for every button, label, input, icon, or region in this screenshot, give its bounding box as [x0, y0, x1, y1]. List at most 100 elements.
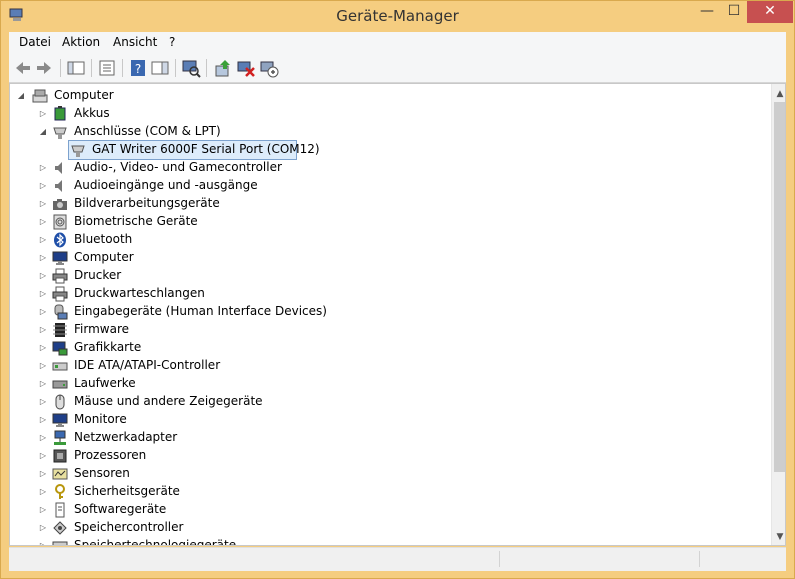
tree-item-label: Druckwarteschlangen	[74, 286, 205, 300]
expand-arrow-icon[interactable]: ▷	[38, 181, 48, 191]
tree-item-label: Sensoren	[74, 466, 130, 480]
vertical-scrollbar[interactable]: ▲ ▼	[771, 84, 785, 545]
key-icon	[55, 484, 65, 499]
monitor-icon	[52, 251, 68, 265]
back-icon[interactable]	[13, 58, 33, 78]
bluetooth-icon	[54, 232, 66, 248]
tree-item[interactable]: ▷ Druckwarteschlangen	[38, 285, 338, 303]
expand-arrow-icon[interactable]: ▷	[38, 379, 48, 389]
tree-item[interactable]: ◢ Anschlüsse (COM & LPT)	[38, 123, 338, 141]
printer-icon	[52, 286, 68, 302]
scan-hardware-icon[interactable]	[181, 58, 201, 78]
scrollbar-thumb[interactable]	[774, 102, 785, 472]
scroll-down-arrow-icon[interactable]: ▼	[772, 529, 785, 545]
tree-item[interactable]: ▷ Firmware	[38, 321, 338, 339]
help-icon[interactable]: ?	[128, 58, 148, 78]
processor-icon	[53, 449, 67, 463]
expand-arrow-icon[interactable]: ▷	[38, 253, 48, 263]
storage-controller-icon	[53, 521, 67, 535]
enable-device-icon[interactable]	[259, 58, 279, 78]
tree-item[interactable]: ▷ Laufwerke	[38, 375, 338, 393]
expand-arrow-icon[interactable]: ▷	[38, 307, 48, 317]
camera-icon	[53, 199, 67, 210]
tree-item[interactable]: ▷ Akkus	[38, 105, 338, 123]
tree-item[interactable]: ▷ Speichertechnologiegeräte	[38, 537, 338, 546]
show-hide-console-tree-icon[interactable]	[66, 58, 86, 78]
speaker-icon	[55, 180, 62, 192]
tree-item[interactable]: ▷ Bildverarbeitungsgeräte	[38, 195, 338, 213]
expand-arrow-icon[interactable]: ▷	[38, 109, 48, 119]
expand-arrow-icon[interactable]: ▷	[38, 505, 48, 515]
tree-item[interactable]: ▷ Eingabegeräte (Human Interface Devices…	[38, 303, 358, 321]
menu-bar: Datei Aktion Ansicht ?	[9, 32, 786, 55]
tree-item[interactable]: ▷ Netzwerkadapter	[38, 429, 338, 447]
tree-item[interactable]: ▷ Mäuse und andere Zeigegeräte	[38, 393, 338, 411]
properties-icon[interactable]	[97, 58, 117, 78]
uninstall-device-icon[interactable]	[236, 58, 256, 78]
tree-item[interactable]: ▷ Audioeingänge und -ausgänge	[38, 177, 338, 195]
tree-item[interactable]: ▷ Drucker	[38, 267, 338, 285]
device-tree-pane[interactable]: ◢ Computer ▷ Akkus ◢ Anschlüsse (COM & L…	[9, 83, 786, 546]
expand-arrow-icon[interactable]: ▷	[38, 541, 48, 545]
tree-item-label: Speichertechnologiegeräte	[74, 538, 237, 546]
tree-item[interactable]: ▷ Biometrische Geräte	[38, 213, 338, 231]
network-icon	[54, 430, 66, 445]
expand-arrow-icon[interactable]: ▷	[38, 523, 48, 533]
expand-arrow-icon[interactable]: ▷	[38, 163, 48, 173]
maximize-button[interactable]: ☐	[721, 1, 747, 23]
tree-item[interactable]: ▷ Sicherheitsgeräte	[38, 483, 338, 501]
expand-arrow-icon[interactable]: ▷	[38, 271, 48, 281]
collapse-arrow-icon[interactable]: ◢	[38, 127, 48, 137]
expand-arrow-icon[interactable]: ▷	[38, 451, 48, 461]
tree-root-computer[interactable]: ◢ Computer	[16, 87, 316, 105]
expand-arrow-icon[interactable]: ▷	[38, 469, 48, 479]
tree-item-selected[interactable]: GAT Writer 6000F Serial Port (COM12)	[70, 141, 320, 159]
tree-item-label: Computer	[74, 250, 134, 264]
show-action-pane-icon[interactable]	[150, 58, 170, 78]
tree-item[interactable]: ▷ Audio-, Video- und Gamecontroller	[38, 159, 338, 177]
scroll-up-arrow-icon[interactable]: ▲	[772, 86, 785, 102]
expand-arrow-icon[interactable]: ▷	[38, 397, 48, 407]
expand-arrow-icon[interactable]: ▷	[38, 487, 48, 497]
tree-item[interactable]: ▷ Monitore	[38, 411, 338, 429]
tree-item[interactable]: ▷ Computer	[38, 249, 338, 267]
display-adapter-icon	[52, 341, 68, 356]
tree-item-label: Speichercontroller	[74, 520, 184, 534]
expand-arrow-icon[interactable]: ▷	[38, 325, 48, 335]
menu-aktion[interactable]: Aktion	[62, 35, 100, 49]
menu-ansicht[interactable]: Ansicht	[113, 35, 157, 49]
tree-item-label: Audio-, Video- und Gamecontroller	[74, 160, 282, 174]
tree-item[interactable]: ▷ Bluetooth	[38, 231, 338, 249]
tree-item-label: Akkus	[74, 106, 110, 120]
update-driver-icon[interactable]	[213, 58, 233, 78]
memory-tech-icon	[52, 541, 68, 545]
tree-item[interactable]: ▷ Speichercontroller	[38, 519, 338, 537]
status-bar	[9, 547, 786, 571]
close-button[interactable]: ✕	[747, 1, 793, 23]
expand-arrow-icon[interactable]: ▷	[38, 415, 48, 425]
disk-drive-icon	[52, 380, 68, 389]
title-bar[interactable]: Geräte-Manager — ☐ ✕	[1, 1, 794, 31]
tree-item[interactable]: ▷ Grafikkarte	[38, 339, 338, 357]
battery-icon	[54, 106, 66, 121]
tree-item-label: Monitore	[74, 412, 127, 426]
tree-item-label: Grafikkarte	[74, 340, 142, 354]
expand-arrow-icon[interactable]: ▷	[38, 343, 48, 353]
expand-arrow-icon[interactable]: ▷	[38, 289, 48, 299]
expand-arrow-icon[interactable]: ▷	[38, 217, 48, 227]
tree-item-label: GAT Writer 6000F Serial Port (COM12)	[92, 142, 320, 156]
menu-help[interactable]: ?	[169, 35, 175, 49]
collapse-arrow-icon[interactable]: ◢	[16, 91, 26, 101]
tree-item[interactable]: ▷ Prozessoren	[38, 447, 338, 465]
tree-item-label: Eingabegeräte (Human Interface Devices)	[74, 304, 327, 318]
expand-arrow-icon[interactable]: ▷	[38, 235, 48, 245]
tree-item[interactable]: ▷ IDE ATA/ATAPI-Controller	[38, 357, 338, 375]
tree-item[interactable]: ▷ Softwaregeräte	[38, 501, 338, 519]
tree-item[interactable]: ▷ Sensoren	[38, 465, 338, 483]
expand-arrow-icon[interactable]: ▷	[38, 199, 48, 209]
menu-datei[interactable]: Datei	[19, 35, 51, 49]
forward-icon[interactable]	[34, 58, 54, 78]
expand-arrow-icon[interactable]: ▷	[38, 433, 48, 443]
expand-arrow-icon[interactable]: ▷	[38, 361, 48, 371]
minimize-button[interactable]: —	[693, 1, 721, 23]
